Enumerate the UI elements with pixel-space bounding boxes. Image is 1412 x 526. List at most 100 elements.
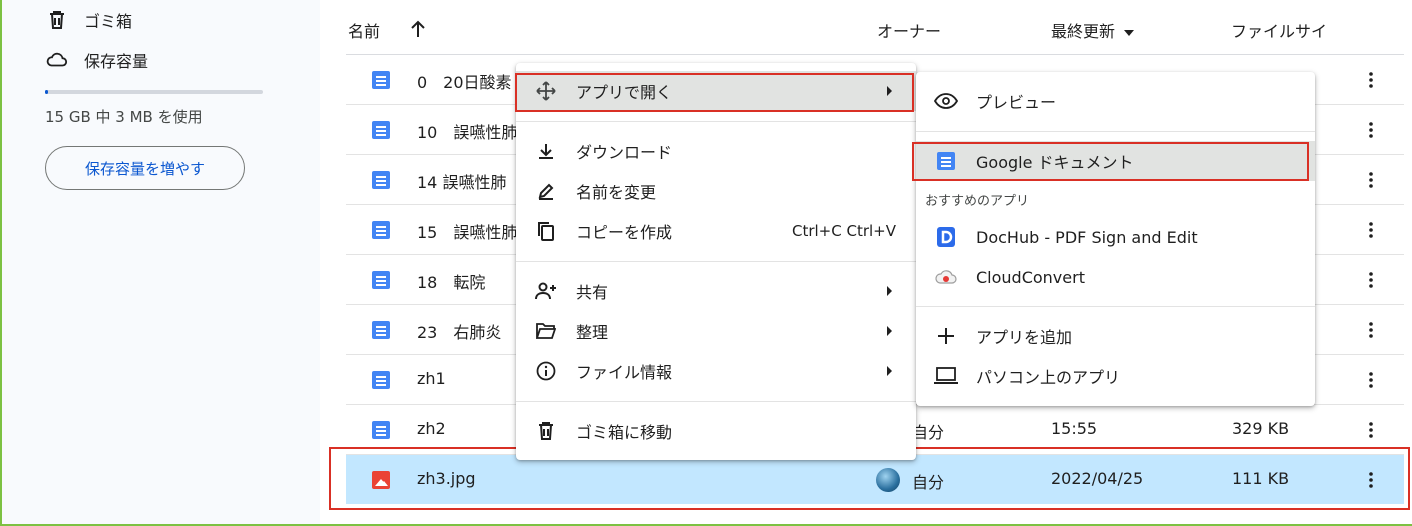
submenu-item-add-app[interactable]: アプリを追加 [916, 316, 1315, 356]
google-docs-icon [372, 221, 390, 239]
cloudconvert-icon [934, 265, 958, 289]
google-docs-icon [372, 371, 390, 389]
file-owner: 自分 [912, 473, 945, 492]
file-modified: 15:55 [1051, 419, 1098, 438]
column-header-owner[interactable]: オーナー [877, 18, 941, 42]
submenu-item-label: プレビュー [976, 93, 1057, 112]
more-actions-icon[interactable] [1363, 368, 1379, 392]
storage-bar [45, 90, 263, 94]
more-actions-icon[interactable] [1363, 468, 1379, 492]
context-menu: アプリで開く ダウンロード 名前を変更 コピーを作成 Ctrl+C Ctrl+V… [516, 63, 916, 460]
avatar [876, 468, 900, 492]
more-actions-icon[interactable] [1363, 218, 1379, 242]
open-with-icon [534, 79, 558, 103]
more-actions-icon[interactable] [1363, 318, 1379, 342]
add-person-icon [534, 279, 558, 303]
menu-divider [516, 261, 916, 262]
submenu-item-label: DocHub - PDF Sign and Edit [976, 227, 1198, 247]
menu-item-shortcut: Ctrl+C Ctrl+V [791, 222, 896, 240]
google-docs-icon [372, 271, 390, 289]
sidebar-item-label: 保存容量 [84, 52, 149, 71]
menu-item-share[interactable]: 共有 [516, 271, 916, 311]
google-docs-icon [372, 421, 390, 439]
submenu-item-computer-apps[interactable]: パソコン上のアプリ [916, 356, 1315, 396]
menu-item-label: 共有 [576, 283, 609, 302]
column-header-name[interactable]: 名前 [348, 18, 380, 42]
submenu-arrow-icon [887, 326, 892, 336]
menu-item-rename[interactable]: 名前を変更 [516, 171, 916, 211]
menu-item-open-with[interactable]: アプリで開く [516, 71, 916, 111]
file-size: 111 KB [1232, 469, 1290, 488]
file-name: 18 転院 [417, 273, 486, 292]
file-name: 14 誤嚥性肺 [417, 173, 507, 192]
copy-icon [534, 219, 558, 243]
file-modified: 2022/04/25 [1051, 469, 1144, 488]
menu-item-file-info[interactable]: ファイル情報 [516, 351, 916, 391]
menu-item-label: ゴミ箱に移動 [576, 423, 673, 442]
cloud-icon [46, 49, 68, 71]
google-docs-icon [372, 321, 390, 339]
submenu-item-google-docs[interactable]: Google ドキュメント [916, 141, 1315, 181]
menu-item-make-copy[interactable]: コピーを作成 Ctrl+C Ctrl+V [516, 211, 916, 251]
file-owner: 自分 [912, 423, 945, 442]
submenu-item-label: CloudConvert [976, 267, 1085, 287]
submenu-arrow-icon [887, 286, 892, 296]
caret-down-icon [1124, 29, 1135, 36]
submenu-item-label: Google ドキュメント [976, 153, 1134, 172]
menu-item-organize[interactable]: 整理 [516, 311, 916, 351]
table-row[interactable]: zh3.jpg 自分 2022/04/25 111 KB [346, 455, 1404, 504]
sort-ascending-icon[interactable] [410, 20, 426, 42]
file-name: zh2 [417, 419, 446, 438]
google-docs-icon [372, 171, 390, 189]
more-actions-icon[interactable] [1363, 418, 1379, 442]
menu-item-label: アプリで開く [576, 83, 673, 102]
google-docs-icon [372, 71, 390, 89]
trash-icon [534, 419, 558, 443]
menu-divider [916, 131, 1315, 132]
laptop-icon [934, 364, 958, 388]
image-file-icon [372, 471, 390, 489]
file-name: 15 誤嚥性肺 [417, 223, 518, 242]
suggested-apps-header: おすすめのアプリ [925, 194, 1030, 209]
more-actions-icon[interactable] [1363, 118, 1379, 142]
menu-item-label: ファイル情報 [576, 363, 673, 382]
more-actions-icon[interactable] [1363, 268, 1379, 292]
open-with-submenu: プレビュー Google ドキュメント おすすめのアプリ DocHub - PD… [916, 72, 1315, 406]
submenu-item-dochub[interactable]: DocHub - PDF Sign and Edit [916, 217, 1315, 257]
file-name: 0 20日酸素 [417, 73, 512, 92]
sidebar-item-trash[interactable]: ゴミ箱 [46, 8, 132, 32]
menu-divider [516, 121, 916, 122]
menu-item-move-to-trash[interactable]: ゴミ箱に移動 [516, 411, 916, 451]
google-docs-icon [372, 121, 390, 139]
menu-item-label: 名前を変更 [576, 183, 657, 202]
submenu-arrow-icon [887, 366, 892, 376]
storage-usage-text: 15 GB 中 3 MB を使用 [45, 108, 203, 126]
google-docs-icon [934, 149, 958, 173]
menu-divider [516, 401, 916, 402]
more-actions-icon[interactable] [1363, 68, 1379, 92]
download-icon [534, 139, 558, 163]
eye-icon [934, 89, 958, 113]
more-actions-icon[interactable] [1363, 168, 1379, 192]
dochub-icon [934, 225, 958, 249]
menu-item-download[interactable]: ダウンロード [516, 131, 916, 171]
file-name: 23 右肺炎 [417, 323, 502, 342]
sidebar-item-storage[interactable]: 保存容量 [46, 48, 148, 72]
submenu-item-cloudconvert[interactable]: CloudConvert [916, 257, 1315, 297]
menu-item-label: 整理 [576, 323, 609, 342]
menu-divider [916, 306, 1315, 307]
submenu-item-label: パソコン上のアプリ [976, 368, 1121, 387]
submenu-arrow-icon [887, 86, 892, 96]
menu-item-label: ダウンロード [576, 143, 673, 162]
file-name: 10 誤嚥性肺 [417, 123, 518, 142]
menu-item-label: コピーを作成 [576, 223, 673, 242]
submenu-item-label: アプリを追加 [976, 328, 1073, 347]
sidebar-item-label: ゴミ箱 [84, 12, 133, 31]
get-more-storage-button[interactable]: 保存容量を増やす [45, 146, 245, 190]
plus-icon [934, 324, 958, 348]
sidebar: ゴミ箱 保存容量 15 GB 中 3 MB を使用 保存容量を増やす [2, 0, 320, 524]
column-header-size[interactable]: ファイルサイ [1231, 18, 1327, 42]
submenu-item-preview[interactable]: プレビュー [916, 81, 1315, 121]
column-header-modified[interactable]: 最終更新 [1051, 18, 1135, 42]
column-header-modified-label: 最終更新 [1051, 22, 1116, 41]
